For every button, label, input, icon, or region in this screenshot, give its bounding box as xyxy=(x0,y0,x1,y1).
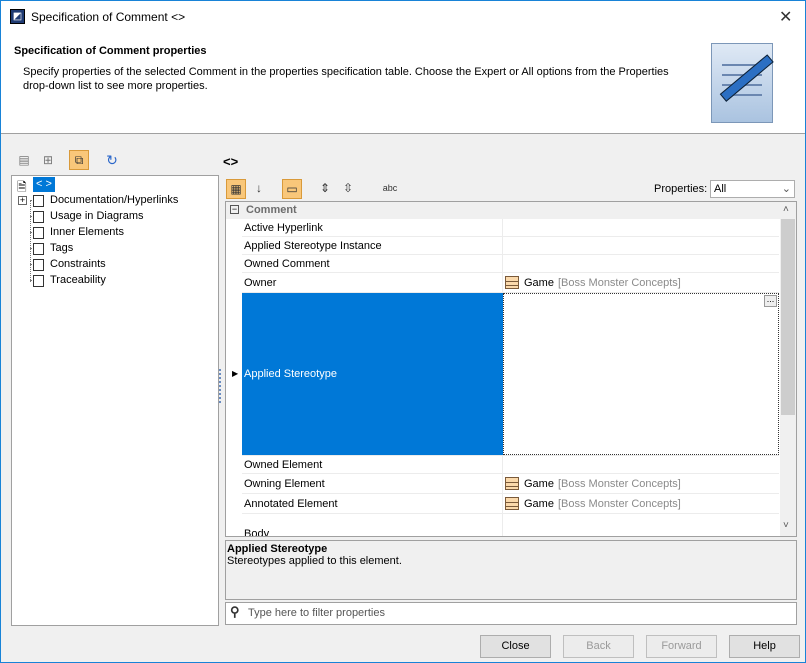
properties-dropdown[interactable]: All ⌄ xyxy=(710,180,795,198)
property-value[interactable] xyxy=(502,456,779,473)
tree-item-label: Usage in Diagrams xyxy=(50,210,144,222)
tree-view-icon[interactable]: ⊞ xyxy=(38,151,58,171)
page-icon xyxy=(33,275,44,287)
forward-button[interactable]: Forward xyxy=(646,635,717,658)
tree-item-label: Tags xyxy=(50,242,74,254)
table-row[interactable]: Owning Element Game [Boss Monster Concepts… xyxy=(242,474,779,494)
refresh-icon[interactable]: ↻ xyxy=(102,151,122,171)
table-row[interactable]: Applied Stereotype Instance xyxy=(242,237,779,255)
page-icon xyxy=(33,195,44,207)
page-icon xyxy=(33,243,44,255)
collapse-icon[interactable]: − xyxy=(230,205,239,214)
splitter-handle[interactable] xyxy=(219,369,221,403)
page-icon xyxy=(33,227,44,239)
collapse-all-icon[interactable]: ⇳ xyxy=(338,179,358,199)
property-value[interactable]: Game [Boss Monster Concepts] xyxy=(502,273,779,292)
app-icon: ◩ xyxy=(10,9,25,24)
scrollbar-thumb[interactable] xyxy=(781,219,795,415)
tree-item-label: Documentation/Hyperlinks xyxy=(50,194,179,206)
tree-item-documentation[interactable]: Documentation/Hyperlinks xyxy=(33,193,179,208)
property-name: Owner xyxy=(244,276,277,289)
description-panel: Applied Stereotype Stereotypes applied t… xyxy=(225,540,797,600)
property-name: Owning Element xyxy=(244,477,325,490)
properties-selected: All xyxy=(714,183,727,195)
value-text: Game xyxy=(524,477,554,490)
filter-input[interactable]: Type here to filter properties xyxy=(225,602,797,625)
description-text: Stereotypes applied to this element. xyxy=(227,555,402,567)
tree-item-label: Inner Elements xyxy=(50,226,124,238)
scroll-down-icon[interactable]: ˅ xyxy=(783,520,789,531)
tree-item-inner-elements[interactable]: Inner Elements xyxy=(33,225,124,240)
table-row-selected[interactable]: ▶ Applied Stereotype ... xyxy=(232,293,779,456)
page-icon xyxy=(33,259,44,271)
class-icon xyxy=(505,477,519,490)
property-name: Owned Comment xyxy=(244,257,330,270)
vertical-scrollbar[interactable]: ˄ ˅ xyxy=(780,202,796,536)
property-name: Owned Element xyxy=(244,458,323,471)
header-description: Specify properties of the selected Comme… xyxy=(23,66,669,92)
back-button[interactable]: Back xyxy=(563,635,634,658)
property-name: Body xyxy=(244,528,270,537)
group-header[interactable]: − Comment xyxy=(226,202,780,219)
property-value[interactable] xyxy=(502,219,779,236)
row-pointer-icon: ▶ xyxy=(232,369,239,378)
close-button[interactable]: Close xyxy=(480,635,551,658)
header-panel: Specification of Comment properties Spec… xyxy=(1,33,805,134)
categorized-icon[interactable]: ▦ xyxy=(226,179,246,199)
property-name: Applied Stereotype xyxy=(244,368,337,380)
property-value[interactable]: Game [Boss Monster Concepts] xyxy=(502,494,779,513)
property-value[interactable]: Game [Boss Monster Concepts] xyxy=(502,474,779,493)
description-title: Applied Stereotype xyxy=(227,543,328,555)
class-icon xyxy=(505,276,519,289)
navigation-tree: 🗎 < > + Documentation/Hyperlinks Usage i… xyxy=(11,175,219,626)
value-text: Game xyxy=(524,497,554,510)
page-icon xyxy=(33,211,44,223)
properties-grid: − Comment Active Hyperlink Applied Stere… xyxy=(225,201,797,537)
property-value[interactable] xyxy=(502,237,779,254)
tree-item-constraints[interactable]: Constraints xyxy=(33,257,106,272)
table-view-icon[interactable]: ▤ xyxy=(14,151,34,171)
tree-item-traceability[interactable]: Traceability xyxy=(33,273,106,288)
tree-item-label: Constraints xyxy=(50,258,106,270)
value-owner: [Boss Monster Concepts] xyxy=(557,276,681,289)
property-name: Applied Stereotype Instance xyxy=(244,239,382,252)
property-name: Active Hyperlink xyxy=(244,221,323,234)
class-icon xyxy=(505,497,519,510)
tree-item-usage[interactable]: Usage in Diagrams xyxy=(33,209,144,224)
value-owner: [Boss Monster Concepts] xyxy=(557,477,681,490)
expand-icon[interactable]: + xyxy=(18,196,27,205)
search-icon: ⚲ xyxy=(230,604,240,619)
spell-check-icon[interactable]: abc xyxy=(380,179,400,199)
properties-label: Properties: xyxy=(654,183,708,195)
close-window-button[interactable]: ✕ xyxy=(779,7,792,27)
value-text: Game xyxy=(524,276,554,289)
applied-stereotype-editor[interactable]: ... xyxy=(503,293,779,455)
property-name: Annotated Element xyxy=(244,497,338,510)
tree-root[interactable]: < > xyxy=(33,177,55,192)
property-value[interactable] xyxy=(502,255,779,272)
scroll-up-icon[interactable]: ˄ xyxy=(783,204,789,215)
breadcrumb: <> xyxy=(223,154,239,169)
table-row[interactable]: Annotated Element Game [Boss Monster Conce… xyxy=(242,494,779,514)
header-title: Specification of Comment properties xyxy=(14,45,207,57)
table-row[interactable]: Owned Comment xyxy=(242,255,779,273)
group-label: Comment xyxy=(246,204,297,216)
help-button[interactable]: Help xyxy=(729,635,800,658)
table-row[interactable]: Body xyxy=(242,514,779,537)
table-row[interactable]: Owned Element xyxy=(242,456,779,474)
copy-icon[interactable]: ⧉ xyxy=(69,150,89,170)
tree-item-label: Traceability xyxy=(50,274,106,286)
property-value[interactable] xyxy=(502,514,779,536)
table-row[interactable]: Active Hyperlink xyxy=(242,219,779,237)
value-owner: [Boss Monster Concepts] xyxy=(557,497,681,510)
chevron-down-icon: ⌄ xyxy=(781,183,791,195)
title-bar: ◩ Specification of Comment <> ✕ xyxy=(1,1,805,33)
table-row[interactable]: Owner Game [Boss Monster Concepts] xyxy=(242,273,779,293)
expand-all-icon[interactable]: ⇕ xyxy=(315,179,335,199)
sort-alpha-icon[interactable]: ↓ xyxy=(249,179,269,199)
window-title: Specification of Comment <> xyxy=(31,10,186,24)
ellipsis-button[interactable]: ... xyxy=(764,295,777,307)
tree-item-tags[interactable]: Tags xyxy=(33,241,74,256)
description-toggle-icon[interactable]: ▭ xyxy=(282,179,302,199)
